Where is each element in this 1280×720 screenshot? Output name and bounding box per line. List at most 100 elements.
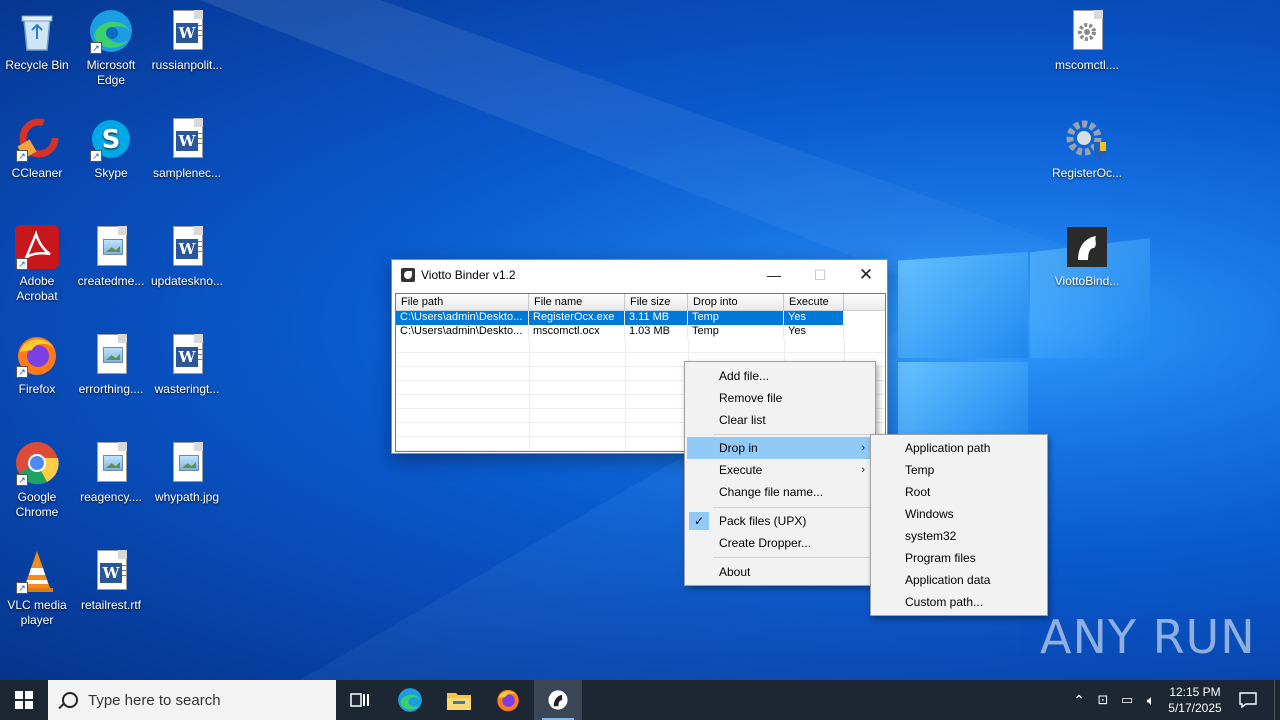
clock-time: 12:15 PM [1169,685,1221,699]
window-titlebar[interactable]: Viotto Binder v1.2 — ☐ ✕ [392,260,887,290]
desktop-icon-label: russianpolit... [151,58,223,72]
desktop-icon-label: Adobe Acrobat [16,274,58,303]
desktop-icon-registerocx[interactable]: RegisterOc... [1050,116,1124,181]
desktop-icon-wasteringt[interactable]: W wasteringt... [150,332,224,397]
viotto-horse-icon [1064,224,1110,270]
desktop-icon-label: Microsoft Edge [86,58,136,87]
submenu-item-application-path[interactable]: Application path [873,437,1045,459]
word-document-icon: W [164,224,210,270]
desktop-icon-recycle-bin[interactable]: Recycle Bin [0,8,74,73]
desktop-icon-retailrest[interactable]: W retailrest.rtf [74,548,148,613]
desktop-icon-label: errorthing.... [78,382,144,396]
taskbar-viotto-binder[interactable] [534,680,582,720]
cell-execute: Yes [784,311,844,325]
submenu-item-temp[interactable]: Temp [873,459,1045,481]
desktop-icon-google-chrome[interactable]: ↗ Google Chrome [0,440,74,520]
desktop-icon-label: reagency.... [80,490,142,504]
desktop-icon-ccleaner[interactable]: ↗ CCleaner [0,116,74,181]
table-row[interactable]: C:\Users\admin\Deskto... mscomctl.ocx 1.… [396,325,885,339]
gear-shield-icon [1064,116,1110,162]
network-icon[interactable]: ▭ [1116,680,1138,720]
show-hidden-icons-button[interactable]: ⌃ [1068,680,1090,720]
anyrun-watermark: ANY RUN [1040,610,1256,664]
taskbar-search-box[interactable] [48,680,336,720]
volume-icon[interactable]: 🔈︎ [1140,680,1162,720]
taskbar-clock[interactable]: 12:15 PM 5/17/2025 [1162,684,1228,716]
menu-item-clear-list[interactable]: Clear list [687,409,873,431]
desktop-icon-label: RegisterOc... [1051,166,1123,180]
desktop-icon-label: VLC media player [7,598,67,627]
menu-item-label: Execute [719,463,763,477]
shortcut-arrow-icon: ↗ [16,474,28,486]
desktop-icon-viottobinder[interactable]: ViottoBind... [1050,224,1124,289]
show-desktop-strip[interactable] [1274,680,1280,720]
image-file-icon [88,224,134,270]
desktop-icon-createdme[interactable]: createdme... [74,224,148,289]
column-header-file-path[interactable]: File path [396,294,529,310]
cell-file-size: 3.11 MB [625,311,688,325]
menu-item-about[interactable]: About [687,561,873,583]
menu-item-label: Remove file [719,391,783,405]
desktop-icon-reagency[interactable]: reagency.... [74,440,148,505]
submenu-item-windows[interactable]: Windows [873,503,1045,525]
word-document-icon: W [164,332,210,378]
folder-icon [447,693,471,710]
desktop-icon-russianpolit[interactable]: W russianpolit... [150,8,224,73]
close-button[interactable]: ✕ [843,260,889,290]
submenu-item-system32[interactable]: system32 [873,525,1045,547]
search-input[interactable] [88,691,308,709]
desktop-icon-microsoft-edge[interactable]: ↗ Microsoft Edge [74,8,148,88]
image-file-icon [88,332,134,378]
menu-item-label: Custom path... [905,595,984,609]
desktop-icon-label: samplenec... [152,166,222,180]
start-button[interactable] [0,680,48,720]
viotto-horse-icon [548,690,568,710]
desktop-icon-vlc[interactable]: ↗ VLC media player [0,548,74,628]
desktop-icon-mscomctl[interactable]: mscomctl.... [1050,8,1124,73]
word-document-icon: W [88,548,134,594]
menu-item-pack-files-upx[interactable]: ✓ Pack files (UPX) [687,510,873,532]
google-chrome-icon: ↗ [14,440,60,486]
menu-item-change-file-name[interactable]: Change file name... [687,481,873,503]
shortcut-arrow-icon: ↗ [16,582,28,594]
menu-item-execute[interactable]: Execute › [687,459,873,481]
desktop-icon-skype[interactable]: S ↗ Skype [74,116,148,181]
submenu-item-application-data[interactable]: Application data [873,569,1045,591]
minimize-button[interactable]: — [751,260,797,290]
desktop-icon-adobe-acrobat[interactable]: ↗ Adobe Acrobat [0,224,74,304]
taskbar-file-explorer[interactable] [435,680,483,720]
desktop-icon-updateskno[interactable]: W updateskno... [150,224,224,289]
notifications-button[interactable] [1234,680,1262,720]
desktop-icon-firefox[interactable]: ↗ Firefox [0,332,74,397]
notification-icon [1239,692,1257,708]
meet-now-icon[interactable]: ⊡ [1092,680,1114,720]
column-header-drop-into[interactable]: Drop into [688,294,784,310]
word-document-icon: W [164,116,210,162]
desktop-icon-samplenec[interactable]: W samplenec... [150,116,224,181]
submenu-item-root[interactable]: Root [873,481,1045,503]
column-header-file-name[interactable]: File name [529,294,625,310]
submenu-item-program-files[interactable]: Program files [873,547,1045,569]
desktop-icon-errorthing[interactable]: errorthing.... [74,332,148,397]
menu-item-create-dropper[interactable]: Create Dropper... [687,532,873,554]
windows-logo-pane-top-left [898,252,1028,358]
column-header-file-size[interactable]: File size [625,294,688,310]
menu-item-add-file[interactable]: Add file... [687,365,873,387]
menu-item-drop-in[interactable]: Drop in › [687,437,873,459]
system-file-gear-icon [1064,8,1110,54]
desktop-icon-whypath[interactable]: whypath.jpg [150,440,224,505]
vlc-cone-icon: ↗ [14,548,60,594]
column-header-execute[interactable]: Execute [784,294,844,310]
menu-item-remove-file[interactable]: Remove file [687,387,873,409]
task-view-button[interactable] [336,680,384,720]
table-row[interactable]: C:\Users\admin\Deskto... RegisterOcx.exe… [396,311,885,325]
taskbar-edge[interactable] [386,680,434,720]
cell-drop-into: Temp [688,311,784,325]
submenu-item-custom-path[interactable]: Custom path... [873,591,1045,613]
cell-drop-into: Temp [688,325,784,339]
taskbar-firefox[interactable] [484,680,532,720]
clock-date: 5/17/2025 [1168,701,1222,715]
desktop-icon-label: whypath.jpg [154,490,220,504]
maximize-button[interactable]: ☐ [797,260,843,290]
list-header: File path File name File size Drop into … [396,294,885,311]
